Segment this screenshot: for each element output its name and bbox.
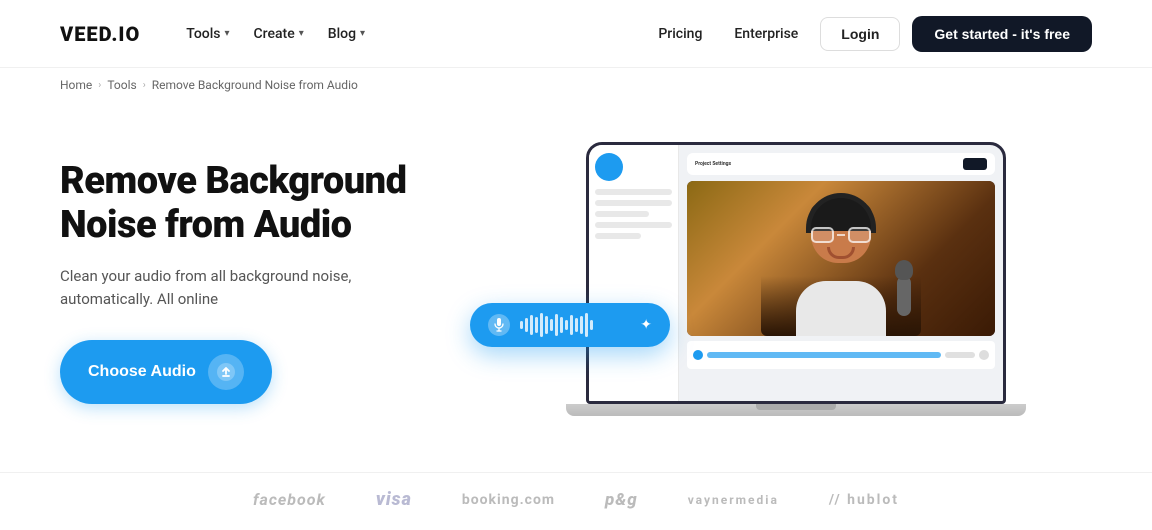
screen-sidebar-item [595,211,649,217]
breadcrumb-separator: › [98,80,101,91]
hero-left: Remove BackgroundNoise from Audio Clean … [60,160,500,404]
trust-logo-facebook: facebook [253,490,326,509]
choose-audio-button[interactable]: Choose Audio [60,340,272,404]
nav-links: Tools ▾ Create ▾ Blog ▾ [176,20,648,48]
screen-title: Project Settings [695,161,731,167]
screen-sidebar-logo [595,153,623,181]
mic-icon [488,314,510,336]
breadcrumb: Home › Tools › Remove Background Noise f… [0,68,1152,102]
breadcrumb-current-page: Remove Background Noise from Audio [152,78,358,92]
logo[interactable]: VEED.IO [60,22,140,46]
nav-pricing[interactable]: Pricing [648,20,712,48]
laptop-mockup: Project Settings [586,142,1006,422]
trust-logo-pg: P&G [605,490,638,510]
chevron-down-icon: ▾ [225,28,230,39]
trust-logo-vaynermedia: VAYNERMEDIA [688,493,779,507]
navbar: VEED.IO Tools ▾ Create ▾ Blog ▾ Pricing … [0,0,1152,68]
hero-subtitle: Clean your audio from all background noi… [60,265,380,310]
nav-right: Pricing Enterprise Login Get started - i… [648,16,1092,52]
nav-tools[interactable]: Tools ▾ [176,20,239,48]
page-title: Remove BackgroundNoise from Audio [60,160,500,247]
laptop-base [566,404,1026,416]
breadcrumb-tools[interactable]: Tools [107,78,136,92]
screen-content: Project Settings [589,145,1003,401]
timeline-progress [707,352,941,358]
trust-logo-booking: Booking.com [462,492,555,508]
glasses [811,227,871,243]
screen-top-bar: Project Settings [687,153,995,175]
chevron-down-icon: ▾ [299,28,304,39]
sparkle-icon: ✦ [640,317,652,333]
breadcrumb-home[interactable]: Home [60,78,92,92]
laptop-notch [756,404,836,410]
nav-blog[interactable]: Blog ▾ [318,20,375,48]
breadcrumb-separator: › [143,80,146,91]
timeline-remaining [945,352,975,358]
trust-logo-visa: VISA [376,489,412,510]
screen-video-area [687,181,995,336]
nav-enterprise[interactable]: Enterprise [724,20,808,48]
screen-sidebar [589,145,679,401]
waveform [520,313,630,337]
choose-audio-label: Choose Audio [88,363,196,381]
chevron-down-icon: ▾ [360,28,365,39]
get-started-button[interactable]: Get started - it's free [912,16,1092,52]
screen-person [687,181,995,336]
screen-sidebar-item [595,189,672,195]
trust-logo-hublot: // HUBLOT [829,492,899,508]
screen-sidebar-item [595,233,641,239]
trust-logos-section: facebook VISA Booking.com P&G VAYNERMEDI… [0,472,1152,530]
screen-timeline [687,341,995,369]
upload-icon [208,354,244,390]
nav-create[interactable]: Create ▾ [244,20,314,48]
hero-section: Remove BackgroundNoise from Audio Clean … [0,102,1152,472]
screen-close-btn [963,158,987,170]
floating-audio-card: ✦ [470,303,670,347]
screen-sidebar-item [595,222,672,228]
login-button[interactable]: Login [820,17,900,51]
laptop-screen: Project Settings [586,142,1006,404]
screen-sidebar-item [595,200,672,206]
screen-main: Project Settings [679,145,1003,401]
hero-right: ✦ Project Settings [500,122,1092,442]
